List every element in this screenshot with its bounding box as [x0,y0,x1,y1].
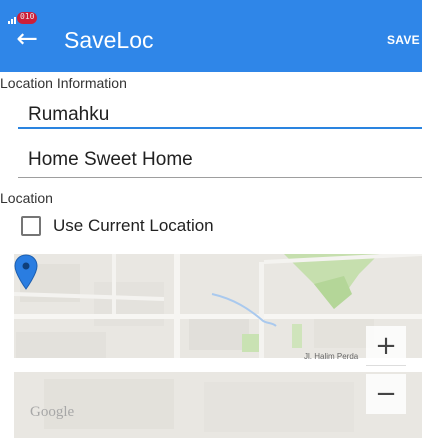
zoom-out-button[interactable]: − [366,374,406,414]
location-heading: Location [0,190,53,206]
use-current-location-label[interactable]: Use Current Location [53,216,214,236]
save-button[interactable]: SAVE [387,33,420,47]
location-information-heading: Location Information [0,75,127,91]
location-pin-icon[interactable] [14,254,38,290]
street-label: Jl. Halim Perda [304,352,359,361]
google-attribution: Google [30,404,75,420]
use-current-location-checkbox[interactable]: Use Current Location [21,213,214,239]
checkbox-box[interactable] [21,216,41,236]
map-view[interactable]: Jl. Halim Perda + − Google [14,254,422,438]
back-arrow-icon[interactable]: ← [12,24,42,54]
signal-status-icon: 010 [8,8,40,24]
app-bar: 010 ← SaveLoc SAVE [0,0,422,72]
app-title: SaveLoc [64,27,154,53]
location-name-underline [18,127,422,129]
location-name-field[interactable]: Rumahku [18,103,422,137]
map-tiles [14,254,422,438]
zoom-in-button[interactable]: + [366,326,406,366]
location-description-underline [18,177,422,178]
sim-badge: 010 [17,12,38,24]
